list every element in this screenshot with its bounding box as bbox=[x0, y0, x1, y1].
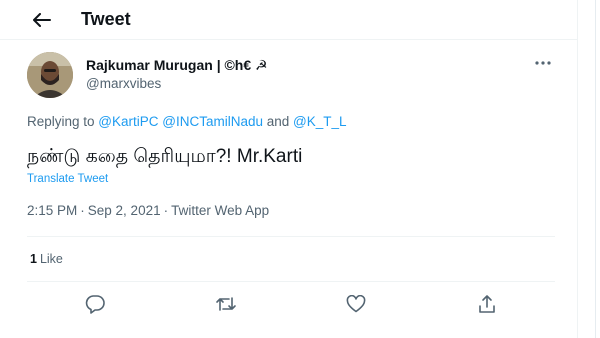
like-button[interactable] bbox=[343, 291, 369, 317]
back-arrow-icon bbox=[33, 13, 51, 27]
more-icon bbox=[535, 61, 551, 65]
page-title: Tweet bbox=[81, 9, 131, 29]
tweet-time[interactable]: 2:15 PM bbox=[27, 203, 77, 218]
column-edge bbox=[595, 0, 596, 338]
author-name[interactable]: Rajkumar Murugan | ©h€ ☭ bbox=[86, 56, 268, 74]
meta-separator: · bbox=[80, 203, 85, 218]
mention-link[interactable]: @K_T_L bbox=[293, 114, 346, 129]
right-gutter bbox=[578, 0, 600, 338]
divider bbox=[27, 236, 555, 237]
replying-prefix: Replying to bbox=[27, 114, 99, 129]
tweet-column: Tweet Rajkumar Murugan | ©h€ ☭ @marxvibe… bbox=[0, 0, 578, 338]
retweet-button[interactable] bbox=[213, 291, 239, 317]
author-handle[interactable]: @marxvibes bbox=[86, 75, 161, 93]
like-icon bbox=[346, 295, 366, 313]
reply-button[interactable] bbox=[82, 291, 108, 317]
header-bar: Tweet bbox=[0, 0, 578, 40]
more-button[interactable] bbox=[531, 53, 555, 73]
tweet-date[interactable]: Sep 2, 2021 bbox=[88, 203, 161, 218]
translate-tweet-link[interactable]: Translate Tweet bbox=[27, 172, 108, 186]
retweet-icon bbox=[215, 295, 237, 313]
replying-and: and bbox=[263, 114, 294, 129]
share-icon bbox=[478, 294, 496, 314]
share-button[interactable] bbox=[474, 291, 500, 317]
avatar[interactable] bbox=[27, 52, 73, 98]
likes-label: Like bbox=[39, 252, 63, 266]
mention-link[interactable]: @INCTamilNadu bbox=[162, 114, 263, 129]
replying-to: Replying to @KartiPC @INCTamilNadu and @… bbox=[27, 113, 347, 131]
meta-separator: · bbox=[163, 203, 169, 218]
likes-stat[interactable]: 1 Like bbox=[30, 251, 63, 267]
divider bbox=[27, 281, 555, 282]
reply-icon bbox=[85, 294, 105, 314]
likes-count: 1 bbox=[30, 252, 37, 266]
mention-link[interactable]: @KartiPC bbox=[98, 114, 158, 129]
tweet-meta: 2:15 PM · Sep 2, 2021 · Twitter Web App bbox=[27, 202, 269, 220]
tweet-text: நண்டு கதை தெரியுமா?! Mr.Karti bbox=[27, 146, 303, 167]
tweet-source[interactable]: Twitter Web App bbox=[171, 203, 269, 218]
back-button[interactable] bbox=[26, 4, 58, 36]
